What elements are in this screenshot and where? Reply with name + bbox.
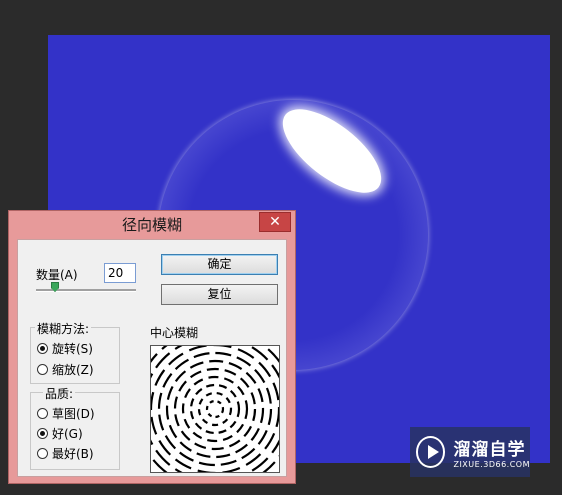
- quality-title: 品质:: [43, 385, 76, 402]
- radio-label: 最好(B): [52, 447, 94, 461]
- center-blur-label: 中心模糊: [150, 326, 199, 340]
- dialog-title[interactable]: 径向模糊: [9, 211, 295, 239]
- ok-button[interactable]: 确定: [161, 254, 278, 275]
- amount-input[interactable]: 20: [104, 263, 136, 283]
- amount-label: 数量(A): [36, 268, 78, 282]
- amount-slider-track[interactable]: [36, 289, 136, 292]
- radial-blur-dialog: 径向模糊 ✕ 数量(A) 20 确定 复位 模糊方法: 旋转(S) 缩放(Z) …: [8, 210, 297, 491]
- radio-good[interactable]: 好(G): [37, 425, 83, 442]
- radio-label: 缩放(Z): [52, 363, 94, 377]
- quality-group: 品质: 草图(D) 好(G) 最好(B): [30, 385, 120, 470]
- radio-label: 旋转(S): [52, 342, 93, 356]
- radio-label: 好(G): [52, 427, 83, 441]
- watermark-name: 溜溜自学: [453, 440, 526, 460]
- dialog-client: 数量(A) 20 确定 复位 模糊方法: 旋转(S) 缩放(Z) 品质: 草图(…: [17, 239, 297, 491]
- radio-best[interactable]: 最好(B): [37, 445, 94, 462]
- blur-preview-pattern: [133, 327, 297, 491]
- play-logo-icon: [416, 436, 446, 468]
- close-button[interactable]: ✕: [259, 212, 291, 232]
- radio-button[interactable]: [37, 408, 48, 419]
- watermark-url: ZIXUE.3D66.COM: [453, 460, 530, 469]
- radio-button[interactable]: [37, 448, 48, 459]
- radio-button[interactable]: [37, 343, 48, 354]
- blur-method-title: 模糊方法:: [35, 320, 92, 337]
- blur-center-preview[interactable]: [133, 327, 297, 491]
- radio-label: 草图(D): [52, 407, 95, 421]
- radio-draft[interactable]: 草图(D): [37, 405, 95, 422]
- radio-button[interactable]: [37, 364, 48, 375]
- radio-button[interactable]: [37, 428, 48, 439]
- watermark: 溜溜自学 ZIXUE.3D66.COM: [410, 427, 530, 477]
- reset-button[interactable]: 复位: [161, 284, 278, 305]
- radio-zoom[interactable]: 缩放(Z): [37, 361, 94, 378]
- radio-spin[interactable]: 旋转(S): [37, 340, 93, 357]
- blur-method-group: 模糊方法: 旋转(S) 缩放(Z): [30, 320, 120, 384]
